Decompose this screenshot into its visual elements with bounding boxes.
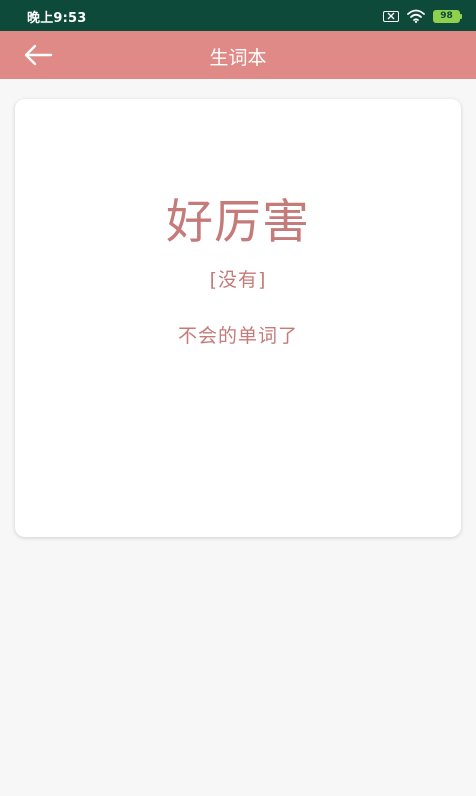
status-icons: 98	[383, 8, 462, 24]
sim-icon	[383, 10, 399, 22]
battery-tip	[460, 13, 462, 19]
phonetic-text: [没有]	[209, 269, 267, 291]
battery-level: 98	[433, 9, 460, 23]
wifi-icon	[407, 9, 425, 23]
status-bar: 晚上9:53 98	[0, 0, 476, 31]
meaning-text: 不会的单词了	[177, 325, 298, 347]
battery-icon: 98	[433, 9, 462, 23]
status-time: 晚上9:53	[27, 11, 87, 26]
word-text: 好厉害	[166, 195, 310, 250]
page-title: 生词本	[209, 47, 267, 69]
app-bar: 生词本	[0, 31, 476, 79]
word-card[interactable]: 好厉害 [没有] 不会的单词了	[15, 99, 461, 537]
